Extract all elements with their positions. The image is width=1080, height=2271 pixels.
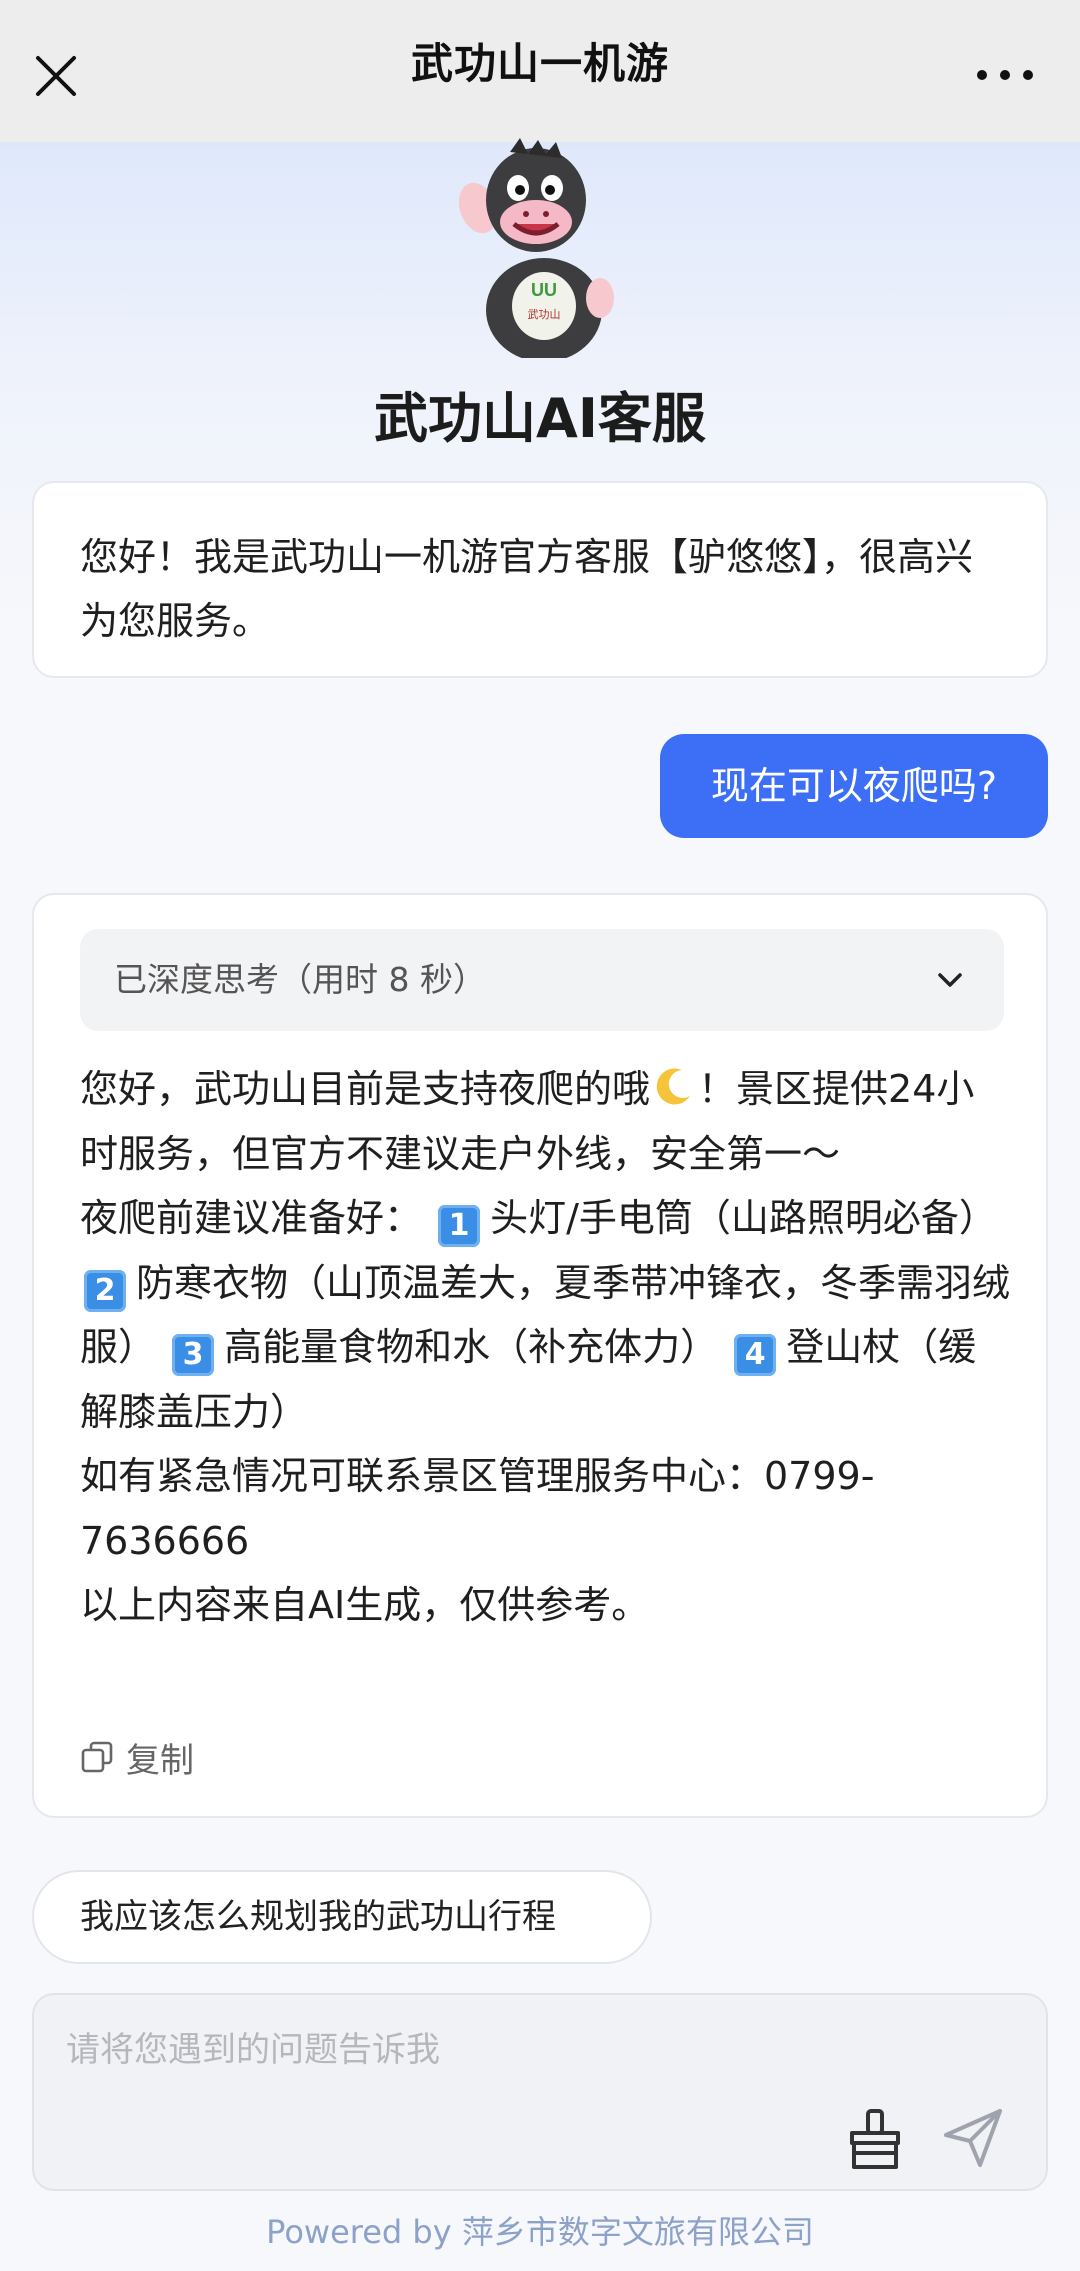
reply-paragraph-prep: 夜爬前建议准备好： 1 头灯/手电筒（山路照明必备） 2 防寒衣物（山顶温差大，夏季… (80, 1196, 1011, 1434)
window-title: 武功山一机游 (410, 39, 669, 88)
powered-by-footer: Powered by 萍乡市数字文旅有限公司 (266, 2213, 814, 2251)
number-2-keycap-icon: 2 (84, 1269, 126, 1312)
chevron-down-icon (938, 973, 962, 987)
reply-disclaimer: 以上内容来自AI生成，仅供参考。 (80, 1583, 650, 1627)
chat-input-field[interactable] (66, 2025, 866, 2075)
reply-body: 您好，武功山目前是支持夜爬的哦 ！景区提供24小时服务，但官方不建议走户外线，安全… (80, 1057, 1010, 1638)
chat-input-box (32, 1993, 1048, 2191)
greeting-text: 您好！我是武功山一机游官方客服【驴悠悠】，很高兴为您服务。 (80, 535, 974, 643)
greeting-message-card: 您好！我是武功山一机游官方客服【驴悠悠】，很高兴为您服务。 (32, 481, 1048, 678)
donkey-mascot-avatar: UU 武功山 (458, 138, 614, 358)
bot-name-heading: 武功山AI客服 (374, 387, 706, 450)
copy-button[interactable]: 复制 (80, 1733, 194, 1781)
copy-label: 复制 (126, 1740, 194, 1781)
reply-paragraph-intro: 您好，武功山目前是支持夜爬的哦 ！景区提供24小时服务，但官方不建议走户外线，安全… (80, 1057, 1010, 1186)
thinking-label: 已深度思考（用时 8 秒） (114, 960, 486, 999)
number-3-keycap-icon: 3 (172, 1334, 215, 1376)
top-bar: 武功山一机游 (0, 0, 1080, 142)
copy-icon (81, 1741, 113, 1773)
prep-item-1: 头灯/手电筒（山路照明必备） (490, 1196, 997, 1240)
mascot-badge-sub: 武功山 (528, 308, 561, 321)
clear-brush-icon[interactable] (846, 2107, 904, 2171)
number-4-keycap-icon: 4 (734, 1334, 777, 1376)
user-message-bubble: 现在可以夜爬吗? (660, 734, 1048, 838)
thinking-toggle[interactable]: 已深度思考（用时 8 秒） (80, 929, 1004, 1031)
mascot-badge-text: UU (531, 280, 557, 300)
number-1-keycap-icon: 1 (438, 1205, 481, 1247)
reply-contact-line: 如有紧急情况可联系景区管理服务中心：0799-7636666 (80, 1454, 875, 1563)
crescent-moon-icon (656, 1068, 691, 1105)
more-dots-icon[interactable] (970, 60, 1040, 90)
send-icon[interactable] (940, 2105, 1006, 2171)
prep-item-3: 高能量食物和水（补充体力） (224, 1325, 719, 1369)
suggested-question-chip[interactable]: 我应该怎么规划我的武功山行程 (32, 1870, 652, 1964)
bot-reply-card: 已深度思考（用时 8 秒） 您好，武功山目前是支持夜爬的哦 ！景区提供24小时服务… (32, 893, 1048, 1818)
